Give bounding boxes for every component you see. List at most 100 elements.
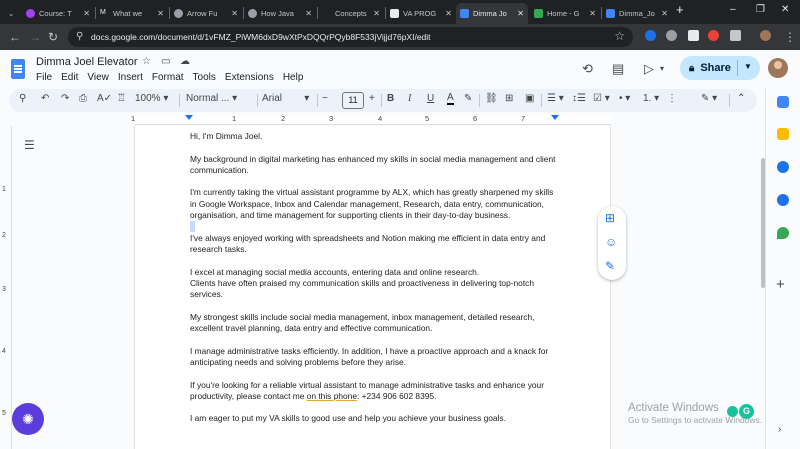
- menu-format[interactable]: Format: [152, 72, 184, 83]
- emoji-reaction-icon[interactable]: ☺: [605, 235, 617, 249]
- line-spacing-icon[interactable]: ↕☰: [572, 93, 586, 104]
- more-options-icon[interactable]: ⋮: [667, 93, 677, 104]
- window-close-button[interactable]: ✕: [781, 4, 789, 15]
- avatar[interactable]: [768, 58, 788, 78]
- paragraph[interactable]: I am eager to put my VA skills to good u…: [190, 413, 560, 424]
- assistant-fab-icon[interactable]: ✺: [12, 403, 44, 435]
- text-color-button[interactable]: A: [447, 93, 454, 105]
- spellcheck-icon[interactable]: A✓: [97, 93, 112, 104]
- close-icon[interactable]: ✕: [517, 9, 524, 18]
- cloud-saved-icon[interactable]: ☁: [180, 56, 190, 67]
- tasks-icon[interactable]: [777, 161, 789, 173]
- paragraph[interactable]: Hi, I'm Dimma Joel.: [190, 131, 560, 142]
- browser-tab[interactable]: Arrow Fu ✕: [170, 3, 242, 24]
- checklist-icon[interactable]: ☑ ▾: [593, 93, 610, 104]
- maps-icon[interactable]: [777, 227, 789, 239]
- grammarly-icon[interactable]: G: [739, 404, 754, 419]
- align-icon[interactable]: ☰ ▾: [547, 93, 564, 104]
- menu-edit[interactable]: Edit: [61, 72, 78, 83]
- star-icon[interactable]: ☆: [142, 56, 151, 67]
- underline-button[interactable]: U: [427, 93, 434, 104]
- browser-tab[interactable]: How Java ✕: [244, 3, 316, 24]
- font-family-select[interactable]: Arial ▾: [262, 93, 309, 104]
- browser-tab[interactable]: Concepts ✕: [318, 3, 384, 24]
- empty-line-selected[interactable]: [190, 221, 560, 233]
- keep-icon[interactable]: [777, 128, 789, 140]
- close-icon[interactable]: ✕: [231, 9, 238, 18]
- move-folder-icon[interactable]: ▭: [161, 56, 170, 67]
- menu-extensions[interactable]: Extensions: [225, 72, 274, 83]
- insert-image-icon[interactable]: ▣: [525, 93, 534, 104]
- profile-avatar-icon[interactable]: [760, 30, 771, 41]
- italic-button[interactable]: I: [408, 93, 411, 104]
- address-bar[interactable]: ⚲ docs.google.com/document/d/1vFMZ_PiWM6…: [68, 27, 633, 47]
- menu-insert[interactable]: Insert: [118, 72, 143, 83]
- collapse-menus-icon[interactable]: ⌃: [737, 93, 745, 104]
- reload-icon[interactable]: ↻: [48, 30, 58, 44]
- increase-font-size-icon[interactable]: +: [369, 93, 375, 104]
- calendar-icon[interactable]: [777, 96, 789, 108]
- font-size-input[interactable]: 11: [342, 92, 364, 109]
- grammarly-status-icon[interactable]: [727, 406, 738, 417]
- horizontal-ruler[interactable]: 1 1 2 3 4 5 6 7: [0, 114, 765, 126]
- add-comment-icon[interactable]: ⊞: [605, 211, 615, 225]
- restore-button[interactable]: ❐: [756, 4, 765, 15]
- minimize-button[interactable]: –: [730, 4, 736, 15]
- site-info-icon[interactable]: ⚲: [76, 31, 83, 42]
- bookmark-star-icon[interactable]: ☆: [614, 29, 625, 43]
- menu-view[interactable]: View: [87, 72, 109, 83]
- editing-mode-icon[interactable]: ✎ ▾: [701, 93, 717, 104]
- browser-tab-active[interactable]: Dimma Jo ✕: [456, 3, 528, 24]
- version-history-icon[interactable]: ⟲: [582, 61, 593, 77]
- insert-link-icon[interactable]: ⛓: [485, 93, 498, 104]
- new-tab-button[interactable]: +: [676, 2, 684, 17]
- share-button[interactable]: 🔒︎ Share ▼: [680, 56, 760, 80]
- meet-icon[interactable]: ▷: [644, 61, 654, 77]
- browser-tab[interactable]: VA PROG ✕: [386, 3, 456, 24]
- decrease-font-size-icon[interactable]: −: [322, 93, 328, 104]
- search-menus-icon[interactable]: ⚲: [19, 93, 26, 104]
- menu-help[interactable]: Help: [283, 72, 304, 83]
- close-icon[interactable]: ✕: [83, 9, 90, 18]
- chevron-right-icon[interactable]: ›: [778, 424, 781, 435]
- docs-logo-icon[interactable]: [11, 59, 25, 79]
- extension-icon[interactable]: [708, 30, 719, 41]
- paragraph[interactable]: I manage administrative tasks efficientl…: [190, 346, 560, 369]
- paragraph[interactable]: If you're looking for a reliable virtual…: [190, 380, 560, 403]
- close-icon[interactable]: ✕: [661, 9, 668, 18]
- suggest-edits-icon[interactable]: ✎: [605, 259, 615, 273]
- pen-extension-icon[interactable]: [688, 30, 699, 41]
- paragraph[interactable]: Clients have often praised my communicat…: [190, 278, 560, 301]
- browser-tab[interactable]: Dimma_Jo ✕: [602, 3, 672, 24]
- zoom-select[interactable]: 100% ▾: [135, 93, 168, 104]
- contacts-icon[interactable]: [777, 194, 789, 206]
- bold-button[interactable]: B: [387, 93, 394, 104]
- browser-tab[interactable]: Course: T ✕: [22, 3, 94, 24]
- undo-icon[interactable]: ↶: [41, 93, 49, 104]
- close-icon[interactable]: ✕: [373, 9, 380, 18]
- extension-icon[interactable]: [645, 30, 656, 41]
- paragraph[interactable]: I've always enjoyed working with spreads…: [190, 233, 560, 256]
- browser-menu-icon[interactable]: ⋮: [784, 30, 796, 44]
- browser-tab[interactable]: M What we ✕: [96, 3, 168, 24]
- extension-icon[interactable]: [666, 30, 677, 41]
- add-comment-icon[interactable]: ⊞: [505, 93, 513, 104]
- document-title[interactable]: Dimma Joel Elevator: [36, 56, 137, 68]
- numbered-list-icon[interactable]: 1. ▾: [643, 93, 659, 104]
- document-body[interactable]: Hi, I'm Dimma Joel. My background in dig…: [190, 131, 560, 436]
- left-indent-marker[interactable]: [185, 115, 193, 120]
- right-indent-marker[interactable]: [551, 115, 559, 120]
- paragraph[interactable]: I excel at managing social media account…: [190, 267, 560, 278]
- close-icon[interactable]: ✕: [305, 9, 312, 18]
- close-icon[interactable]: ✕: [445, 9, 452, 18]
- print-icon[interactable]: ⎙: [79, 93, 87, 104]
- puzzle-extensions-icon[interactable]: [730, 30, 741, 41]
- add-on-plus-icon[interactable]: +: [776, 276, 785, 293]
- bulleted-list-icon[interactable]: • ▾: [619, 93, 630, 104]
- menu-file[interactable]: File: [36, 72, 52, 83]
- spellcheck-flagged-text[interactable]: on this phone: [307, 391, 357, 401]
- paragraph[interactable]: I'm currently taking the virtual assista…: [190, 187, 560, 221]
- document-outline-icon[interactable]: ☰: [24, 138, 35, 152]
- close-icon[interactable]: ✕: [157, 9, 164, 18]
- paragraph-style-select[interactable]: Normal ... ▾: [186, 93, 237, 104]
